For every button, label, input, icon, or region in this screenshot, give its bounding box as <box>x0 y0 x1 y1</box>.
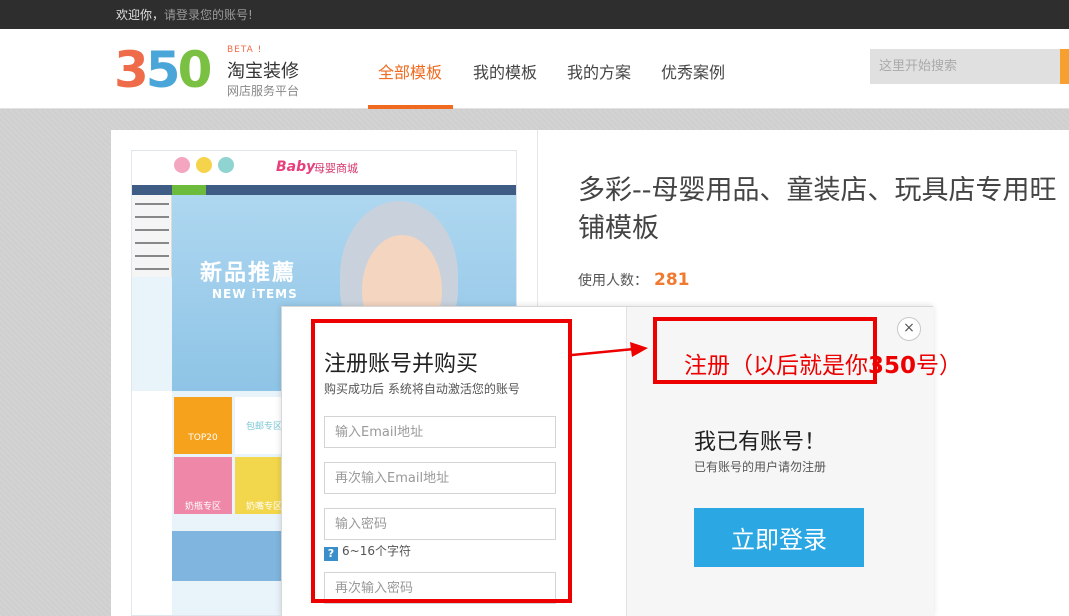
preview-sidebar-item <box>135 255 169 257</box>
template-title: 多彩--母婴用品、童装店、玩具店专用旺铺模板 <box>578 175 1057 244</box>
search-input[interactable] <box>870 49 1060 84</box>
logo-digit-5: 5 <box>145 41 181 99</box>
site-logo[interactable]: 350 BETA ! 淘宝装修 网店服务平台 <box>114 43 304 103</box>
preview-sidebar-item <box>135 268 169 270</box>
welcome-text: 欢迎你，请登录您的账号! <box>116 6 253 23</box>
logo-subtitle: 网店服务平台 <box>227 84 300 98</box>
login-title: 我已有账号！ <box>694 430 827 455</box>
logo-name: 淘宝装修 <box>227 61 299 82</box>
preview-icon <box>196 157 212 173</box>
preview-sidebar-item <box>135 229 169 231</box>
preview-sidebar-item <box>135 216 169 218</box>
login-link[interactable]: 请登录您的账号! <box>164 8 253 22</box>
preview-left-column <box>132 391 172 615</box>
nav-showcase[interactable]: 优秀案例 <box>661 59 725 83</box>
welcome-label: 欢迎你， <box>116 8 165 22</box>
nav-all-templates[interactable]: 全部模板 <box>378 59 442 83</box>
nav-my-templates[interactable]: 我的模板 <box>473 59 537 83</box>
usage-count: 使用人数： 281 <box>578 270 690 290</box>
logo-digit-3: 3 <box>114 41 149 99</box>
nav-my-plans[interactable]: 我的方案 <box>567 59 631 83</box>
preview-sidebar-item <box>135 203 169 205</box>
login-now-button[interactable]: 立即登录 <box>694 508 864 567</box>
preview-sidebar <box>132 195 172 277</box>
site-header: 350 BETA ! 淘宝装修 网店服务平台 全部模板 我的模板 我的方案 优秀… <box>0 29 1069 109</box>
login-subtitle: 已有账号的用户请勿注册 <box>694 460 827 474</box>
annotation-text-suffix: 号） <box>916 353 963 379</box>
annotation-text: 注册（以后就是你350号） <box>684 346 962 380</box>
preview-tile-bottles: 奶瓶专区 <box>174 457 232 514</box>
preview-hero-subtext: NEW iTEMS <box>212 287 298 301</box>
usage-number: 281 <box>654 270 690 290</box>
logo-digit-0: 0 <box>177 41 213 99</box>
preview-brand: Baby <box>276 159 316 175</box>
annotation-box-register <box>311 319 572 603</box>
usage-label: 使用人数： <box>578 273 648 289</box>
top-bar: 欢迎你，请登录您的账号! <box>0 0 1069 29</box>
preview-icon <box>174 157 190 173</box>
annotation-text-number: 350 <box>868 353 917 379</box>
preview-nav-tag <box>172 185 206 195</box>
preview-hero-text: 新品推薦 <box>200 261 297 286</box>
preview-sidebar-item <box>135 242 169 244</box>
annotation-text-prefix: 注册（以后就是你 <box>684 353 868 379</box>
logo-digits: 350 <box>114 41 213 99</box>
preview-header: Baby 母婴商城 <box>132 151 516 185</box>
preview-brand-cn: 母婴商城 <box>314 162 358 175</box>
nav-active-indicator <box>368 105 453 109</box>
preview-tile-top20: TOP20 <box>174 397 232 454</box>
search-box <box>870 49 1069 84</box>
preview-icon <box>218 157 234 173</box>
annotation-arrow-icon <box>572 342 648 357</box>
logo-beta-badge: BETA ! <box>227 45 263 55</box>
close-icon[interactable]: × <box>897 317 921 341</box>
search-button[interactable] <box>1060 49 1069 84</box>
